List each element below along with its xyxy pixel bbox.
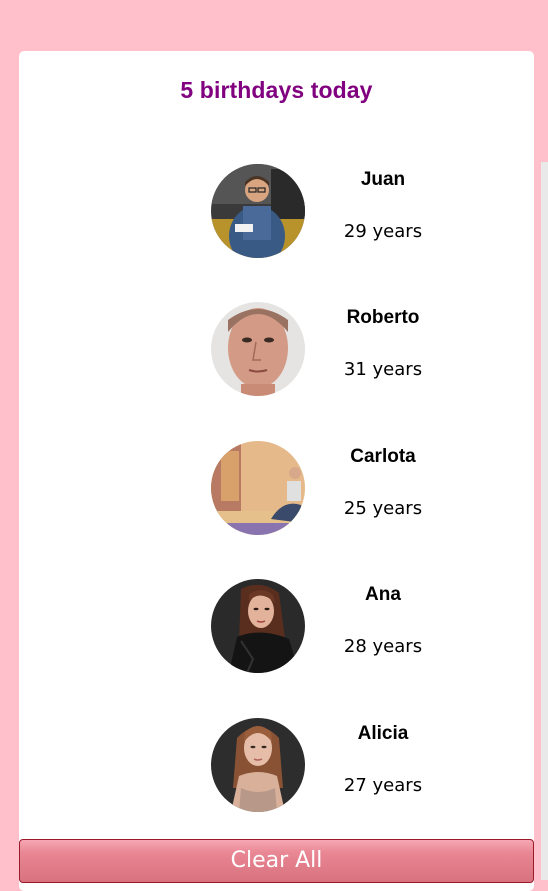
list-item: Carlota 25 years <box>19 441 534 536</box>
person-name: Juan <box>360 169 406 190</box>
avatar <box>211 579 305 673</box>
person-age: 27 years <box>343 775 423 796</box>
scrollbar[interactable] <box>541 162 548 880</box>
avatar <box>211 718 305 812</box>
person-name: Ana <box>365 584 401 605</box>
birthday-card: 5 birthdays today Juan 29 years Roberto … <box>19 51 534 891</box>
list-item: Ana 28 years <box>19 579 534 674</box>
list-item: Alicia 27 years <box>19 718 534 813</box>
person-name: Roberto <box>346 307 420 328</box>
person-name: Alicia <box>357 723 409 744</box>
person-age: 25 years <box>343 498 423 519</box>
person-age: 29 years <box>343 221 423 242</box>
clear-all-button[interactable]: Clear All <box>19 839 534 883</box>
list-item: Juan 29 years <box>19 164 534 259</box>
avatar <box>211 164 305 258</box>
person-age: 31 years <box>343 359 423 380</box>
page-title: 5 birthdays today <box>180 77 373 103</box>
person-name: Carlota <box>350 446 416 467</box>
avatar <box>211 441 305 535</box>
person-age: 28 years <box>343 636 423 657</box>
avatar <box>211 302 305 396</box>
list-item: Roberto 31 years <box>19 302 534 397</box>
